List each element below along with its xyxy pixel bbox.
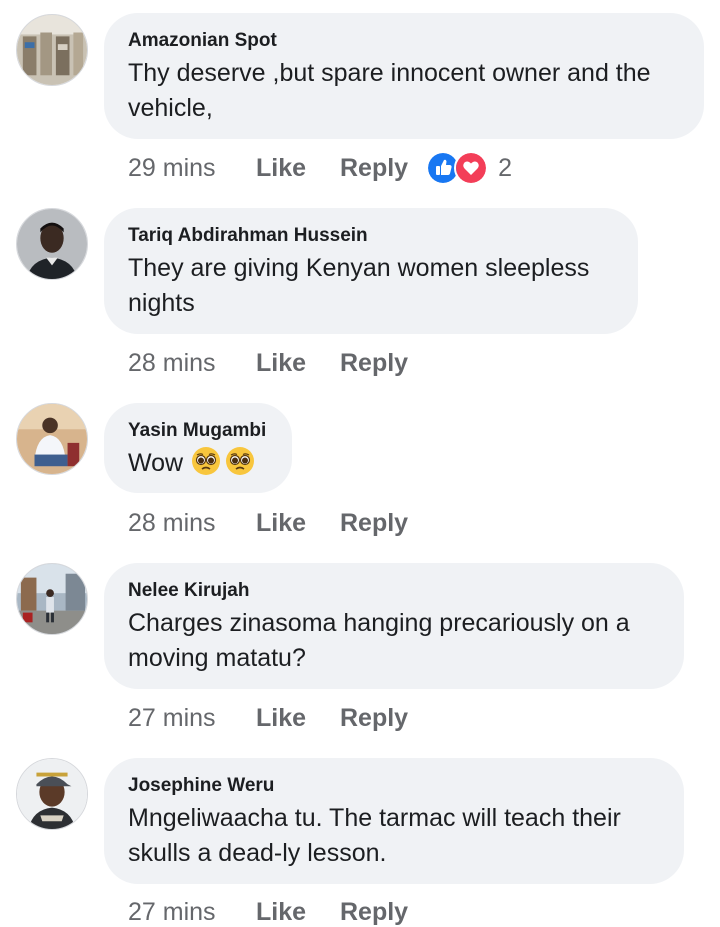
comment-author[interactable]: Yasin Mugambi [128, 420, 268, 442]
reaction-summary[interactable]: 2 [426, 151, 512, 185]
comment-text: Wow [128, 446, 268, 481]
like-button[interactable]: Like [256, 704, 340, 733]
comment-actions: 27 mins Like Reply [128, 897, 408, 927]
comment-author[interactable]: Amazonian Spot [128, 30, 680, 52]
like-button[interactable]: Like [256, 154, 340, 183]
comment-actions: 28 mins Like Reply [128, 508, 408, 538]
avatar[interactable] [16, 563, 88, 635]
avatar-woman-cap-icon [17, 759, 87, 829]
comment-author[interactable]: Nelee Kirujah [128, 580, 660, 602]
comment-time[interactable]: 28 mins [128, 349, 256, 378]
avatar[interactable] [16, 403, 88, 475]
like-button[interactable]: Like [256, 898, 340, 927]
comment-author[interactable]: Tariq Abdirahman Hussein [128, 225, 614, 247]
comment-actions: 29 mins Like Reply 2 [128, 151, 512, 185]
avatar-street-scene-icon [17, 564, 87, 634]
avatar[interactable] [16, 14, 88, 86]
avatar[interactable] [16, 758, 88, 830]
reply-button[interactable]: Reply [340, 898, 408, 927]
reaction-count: 2 [498, 153, 512, 182]
comment-actions: 28 mins Like Reply [128, 348, 408, 378]
comment-actions: 27 mins Like Reply [128, 703, 408, 733]
comment-time[interactable]: 27 mins [128, 704, 256, 733]
avatar-portrait-man-icon [17, 209, 87, 279]
reply-button[interactable]: Reply [340, 704, 408, 733]
like-button[interactable]: Like [256, 349, 340, 378]
comment-bubble: Tariq Abdirahman Hussein They are giving… [104, 208, 638, 334]
comment-time[interactable]: 27 mins [128, 898, 256, 927]
comment-bubble: Yasin Mugambi Wow [104, 403, 292, 493]
reply-button[interactable]: Reply [340, 509, 408, 538]
avatar-storefront-icon [17, 15, 87, 85]
comment-time[interactable]: 29 mins [128, 154, 256, 183]
avatar-seated-man-icon [17, 404, 87, 474]
reply-button[interactable]: Reply [340, 154, 408, 183]
pleading-face-icon [192, 447, 221, 475]
comment-bubble: Nelee Kirujah Charges zinasoma hanging p… [104, 563, 684, 689]
comment-text: Mngeliwaacha tu. The tarmac will teach t… [128, 804, 621, 867]
comment-text: Charges zinasoma hanging precariously on… [128, 609, 630, 672]
comment-text: Thy deserve ,but spare innocent owner an… [128, 59, 651, 122]
avatar[interactable] [16, 208, 88, 280]
comment-text-body: Wow [128, 449, 184, 477]
like-button[interactable]: Like [256, 509, 340, 538]
comment-bubble: Josephine Weru Mngeliwaacha tu. The tarm… [104, 758, 684, 884]
comment-author[interactable]: Josephine Weru [128, 775, 660, 797]
comment-time[interactable]: 28 mins [128, 509, 256, 538]
reply-button[interactable]: Reply [340, 349, 408, 378]
comment-bubble: Amazonian Spot Thy deserve ,but spare in… [104, 13, 704, 139]
comment-text: They are giving Kenyan women sleepless n… [128, 254, 590, 317]
love-icon [454, 151, 489, 185]
pleading-face-icon [226, 447, 255, 475]
